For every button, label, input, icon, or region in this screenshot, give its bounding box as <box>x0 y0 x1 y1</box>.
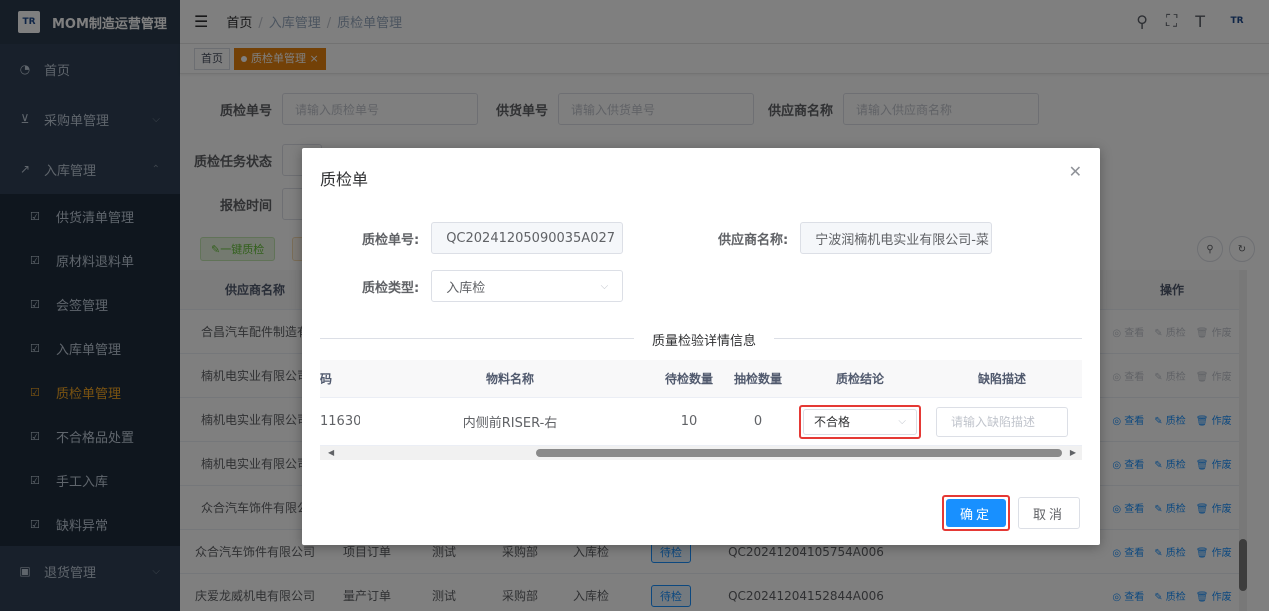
field-label: 供应商名称: <box>718 232 789 248</box>
cancel-button[interactable]: 取消 <box>1018 497 1080 529</box>
detail-table-header: 码 物料名称 待检数量 抽检数量 质检结论 缺陷描述 <box>320 360 1082 398</box>
defect-textarea[interactable]: 请输入缺陷描述 <box>936 406 1068 437</box>
detail-hscrollbar[interactable]: ◀ ▶ <box>320 446 1082 460</box>
supplier-input[interactable]: 宁波润楠机电实业有限公司-菜 <box>800 222 993 254</box>
cell-result: 不合格 ⌵ <box>798 404 922 439</box>
qc-type-select[interactable]: 入库检 ⌵ <box>431 270 624 302</box>
field-supplier: 供应商名称: 宁波润楠机电实业有限公司-菜 <box>718 222 993 254</box>
confirm-button[interactable]: 确定 <box>946 499 1006 527</box>
col-code: 码 <box>320 372 333 386</box>
result-select-highlight: 不合格 ⌵ <box>799 404 921 439</box>
col-sample-qty: 抽检数量 <box>733 372 782 386</box>
cell-material-name: 内侧前RISER-右 <box>462 416 558 431</box>
select-value: 不合格 <box>814 415 851 429</box>
field-qc-no: 质检单号: QC20241205090035A027 <box>362 222 624 254</box>
field-label: 质检单号: <box>362 232 420 248</box>
confirm-button-highlight: 确定 <box>942 495 1010 531</box>
cell-pending-qty: 10 <box>680 414 698 429</box>
detail-table: 码 物料名称 待检数量 抽检数量 质检结论 缺陷描述 11630 内侧前RISE… <box>320 360 1082 446</box>
qc-dialog: 质检单 ✕ 质检单号: QC20241205090035A027 供应商名称: … <box>302 148 1100 545</box>
detail-row: 11630 内侧前RISER-右 10 0 不合格 ⌵ 请输入缺陷描述 <box>320 398 1082 446</box>
qc-no-input[interactable]: QC20241205090035A027 <box>431 222 624 254</box>
chevron-down-icon: ⌵ <box>600 280 609 292</box>
cell-defect: 请输入缺陷描述 <box>922 406 1082 437</box>
col-defect: 缺陷描述 <box>977 372 1026 386</box>
scroll-left-icon[interactable]: ◀ <box>328 446 334 460</box>
cell-code: 11630 <box>320 414 360 429</box>
dialog-title: 质检单 <box>320 170 369 189</box>
result-select[interactable]: 不合格 ⌵ <box>803 408 917 435</box>
field-qc-type: 质检类型: 入库检 ⌵ <box>362 270 624 302</box>
field-label: 质检类型: <box>362 280 420 296</box>
select-value: 入库检 <box>446 280 486 296</box>
section-title: 质量检验详情信息 <box>634 330 775 349</box>
cell-sample-qty: 0 <box>753 414 763 429</box>
chevron-down-icon: ⌵ <box>898 416 906 427</box>
col-pending-qty: 待检数量 <box>664 372 713 386</box>
col-result: 质检结论 <box>835 372 884 386</box>
close-icon[interactable]: ✕ <box>1069 162 1082 181</box>
col-material-name: 物料名称 <box>485 372 534 386</box>
scroll-right-icon[interactable]: ▶ <box>1070 446 1076 460</box>
